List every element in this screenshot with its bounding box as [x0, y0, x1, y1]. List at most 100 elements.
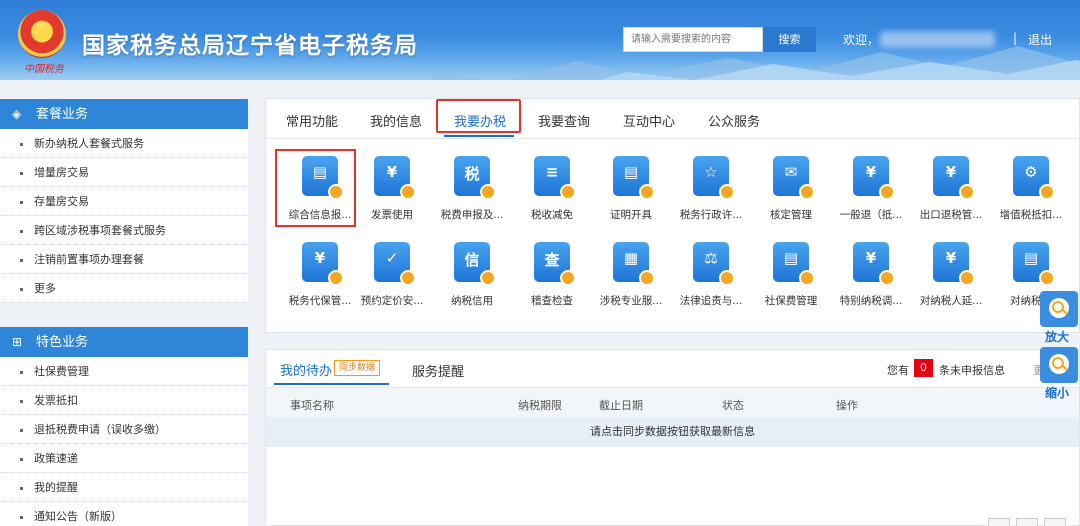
todo-panel: 我的待办 同步数据 服务提醒 您有 0 条未申报信息 更 事项名称 纳税期限 截… [265, 349, 1080, 526]
pager-next-button[interactable] [1044, 518, 1066, 526]
zoom-in-button[interactable] [1040, 291, 1078, 327]
column-header: 状态 [722, 399, 744, 412]
sidebar-item-label: 更多 [34, 282, 56, 295]
tab-active-underline [444, 135, 514, 137]
function-item[interactable]: ¥ 一般退（抵... [831, 156, 911, 236]
function-label: 出口退税管... [919, 209, 983, 221]
function-item[interactable]: 税税费申报及... [432, 156, 512, 236]
sidebar-item[interactable]: 存量房交易 [0, 187, 248, 216]
tab-public-service[interactable]: 公众服务 [708, 111, 760, 130]
function-label: 发票使用 [371, 209, 413, 221]
function-label: 特别纳税调... [839, 295, 903, 307]
sidebar-item[interactable]: 发票抵扣 [0, 386, 248, 415]
sidebar-item[interactable]: 退抵税费申请（误收多缴） [0, 415, 248, 444]
function-label: 税务代保管... [288, 295, 352, 307]
sidebar-item[interactable]: 注销前置事项办理套餐 [0, 245, 248, 274]
refund-icon: ¥ [853, 156, 895, 200]
function-item[interactable]: ☆ 税务行政许... [671, 156, 751, 236]
function-item[interactable]: ¥ 税务代保管... [280, 242, 360, 322]
sidebar-group-package[interactable]: ◈ 套餐业务 [0, 99, 248, 129]
custody-icon: ¥ [302, 242, 344, 286]
function-label: 法律追责与... [679, 295, 743, 307]
column-header: 截止日期 [599, 399, 643, 412]
function-item[interactable]: ¥ 特别纳税调... [831, 242, 911, 322]
function-item[interactable]: ▤ 证明开具 [591, 156, 671, 236]
sidebar-item-label: 通知公告（新版） [34, 510, 122, 523]
tax-declare-icon: 税 [454, 156, 496, 200]
user-name-redacted [880, 31, 995, 47]
pager-prev-button[interactable] [988, 518, 1010, 526]
tab-interaction[interactable]: 互动中心 [623, 111, 675, 130]
function-label: 税费申报及... [440, 209, 504, 221]
tab-service-reminder[interactable]: 服务提醒 [412, 361, 464, 380]
zoom-in-label[interactable]: 放大 [1045, 328, 1069, 345]
function-item[interactable]: ▦ 涉税专业服... [591, 242, 671, 322]
function-item[interactable]: ¥ 对纳税人延... [911, 242, 991, 322]
site-header: ★ 中国税务 国家税务总局辽宁省电子税务局 搜索 欢迎， | 退出 [0, 0, 1080, 80]
certificate-icon: ▤ [613, 156, 655, 200]
function-label: 增值税抵扣... [999, 209, 1063, 221]
sidebar-item[interactable]: 增量房交易 [0, 158, 248, 187]
function-label: 涉税专业服... [599, 295, 663, 307]
sidebar-item[interactable]: 我的提醒 [0, 473, 248, 502]
function-item[interactable]: ¥ 出口退税管... [911, 156, 991, 236]
table-header: 事项名称 纳税期限 截止日期 状态 操作 [266, 387, 1079, 417]
pager-page-button[interactable] [1016, 518, 1038, 526]
greeting-text: 欢迎， [843, 33, 880, 47]
search-button[interactable]: 搜索 [763, 27, 816, 52]
tab-my-todos[interactable]: 我的待办 [280, 360, 332, 379]
seal-text: 中国税务 [24, 64, 64, 75]
function-item[interactable]: ✉ 核定管理 [751, 156, 831, 236]
function-label: 证明开具 [610, 209, 652, 221]
sidebar-item[interactable]: 社保费管理 [0, 357, 248, 386]
column-header: 事项名称 [290, 399, 334, 412]
tax-relief-icon: ≡ [534, 156, 576, 200]
site-title: 国家税务总局辽宁省电子税务局 [82, 33, 418, 59]
sidebar-item-label: 增量房交易 [34, 166, 89, 179]
tab-common-functions[interactable]: 常用功能 [286, 111, 338, 130]
unfiled-info-text: 条未申报信息 [939, 364, 1005, 377]
function-item[interactable]: ⚙ 增值税抵扣... [991, 156, 1071, 236]
sidebar-item-label: 社保费管理 [34, 365, 89, 378]
sync-data-button[interactable]: 同步数据 [334, 360, 381, 376]
sidebar-group-featured[interactable]: ⊞ 特色业务 [0, 327, 248, 357]
you-have-text: 您有 [887, 364, 909, 377]
sidebar-item[interactable]: 新办纳税人套餐式服务 [0, 129, 248, 158]
logout-link[interactable]: 退出 [1028, 31, 1052, 48]
group-gap [0, 303, 248, 327]
sidebar-item-label: 退抵税费申请（误收多缴） [34, 423, 166, 436]
todo-tab-underline [274, 383, 389, 385]
sidebar-item[interactable]: 跨区域涉税事项套餐式服务 [0, 216, 248, 245]
function-item[interactable]: ▤ 社保费管理 [751, 242, 831, 322]
pricing-icon: ✓ [374, 242, 416, 286]
search-input[interactable] [623, 27, 763, 52]
sidebar-group-title: 特色业务 [36, 335, 89, 350]
function-item[interactable]: ¥ 发票使用 [352, 156, 432, 236]
function-item[interactable]: ⚖ 法律追责与... [671, 242, 751, 322]
sidebar-item-label: 跨区域涉税事项套餐式服务 [34, 224, 166, 237]
social-insurance-icon: ▤ [773, 242, 815, 286]
function-item[interactable]: ✓ 预约定价安... [352, 242, 432, 322]
tab-query[interactable]: 我要查询 [538, 111, 590, 130]
tab-highlight-box [436, 99, 521, 133]
function-item[interactable]: 信纳税信用 [432, 242, 512, 322]
function-highlight-box [275, 149, 356, 227]
star-icon: ★ [35, 18, 48, 34]
zoom-out-button[interactable] [1040, 347, 1078, 383]
function-item[interactable]: ≡ 税收减免 [512, 156, 592, 236]
legal-icon: ⚖ [693, 242, 735, 286]
unfiled-count-badge[interactable]: 0 [914, 359, 933, 377]
column-header: 纳税期限 [518, 399, 562, 412]
tab-my-info[interactable]: 我的信息 [370, 111, 422, 130]
sidebar-item[interactable]: 政策速递 [0, 444, 248, 473]
function-item[interactable]: 查稽查检查 [512, 242, 592, 322]
sidebar-item[interactable]: 通知公告（新版） [0, 502, 248, 526]
zoom-out-label[interactable]: 缩小 [1045, 384, 1069, 401]
sidebar-item-label: 注销前置事项办理套餐 [34, 253, 144, 266]
function-label: 税收减免 [531, 209, 573, 221]
function-panel: 常用功能 我的信息 我要办税 我要查询 互动中心 公众服务 ▤ 综合信息报... ¥… [265, 98, 1080, 333]
function-label: 一般退（抵... [839, 209, 903, 221]
sidebar-item-more[interactable]: 更多 [0, 274, 248, 303]
inspection-icon: 查 [534, 242, 576, 286]
taxpayer-icon: ▤ [1013, 242, 1055, 286]
